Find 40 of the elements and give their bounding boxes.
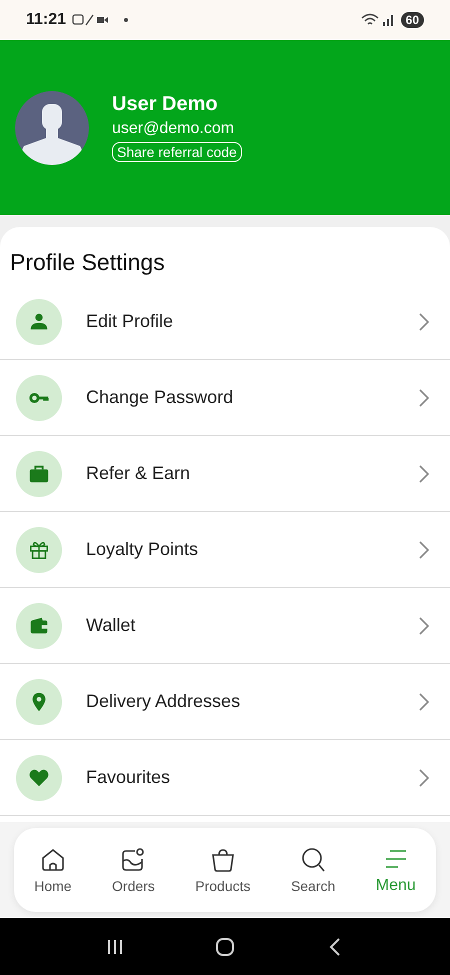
pin-icon — [16, 678, 62, 724]
status-time: 11:21 — [26, 11, 66, 29]
home-button-icon[interactable] — [215, 936, 235, 956]
nav-tab-label: Search — [290, 878, 336, 894]
key-icon — [16, 374, 62, 420]
settings-item[interactable]: Edit Profile — [0, 284, 450, 360]
gift-icon — [16, 526, 62, 572]
nav-tab-label: Home — [34, 878, 72, 894]
section-title: Profile Settings — [9, 248, 166, 277]
chevron-right-icon — [418, 768, 430, 788]
nav-tab[interactable]: Menu — [376, 845, 416, 895]
user-email: user@demo.com — [112, 120, 234, 138]
user-name: User Demo — [112, 93, 218, 116]
chevron-right-icon — [418, 388, 430, 408]
signal-icon — [360, 13, 395, 27]
settings-item[interactable]: Change Password — [0, 360, 450, 436]
nav-tab[interactable]: Orders — [112, 846, 155, 894]
nav-tab-label: Menu — [376, 877, 416, 895]
settings-item[interactable]: Delivery Addresses — [0, 664, 450, 740]
wallet-icon — [16, 602, 62, 648]
settings-item[interactable]: Wallet — [0, 588, 450, 664]
chevron-right-icon — [418, 692, 430, 712]
search-icon — [299, 846, 328, 874]
nav-tab[interactable]: Search — [290, 846, 336, 894]
battery-indicator: 60 — [400, 12, 424, 28]
chevron-right-icon — [418, 616, 430, 636]
settings-item[interactable]: Favourites — [0, 740, 450, 816]
chevron-right-icon — [418, 464, 430, 484]
settings-item[interactable]: Refer & Earn — [0, 436, 450, 512]
nav-tab[interactable]: Products — [195, 846, 250, 894]
settings-item[interactable]: Loyalty Points — [0, 512, 450, 588]
nav-tab-label: Products — [195, 878, 250, 894]
avatar-icon — [14, 90, 90, 166]
nav-tab-label: Orders — [112, 878, 155, 894]
briefcase-icon — [16, 450, 62, 496]
notification-dot — [124, 18, 128, 22]
chevron-right-icon — [418, 540, 430, 560]
chevron-right-icon — [418, 312, 430, 332]
nav-tab[interactable]: Home — [34, 846, 72, 894]
person-icon — [16, 298, 62, 344]
